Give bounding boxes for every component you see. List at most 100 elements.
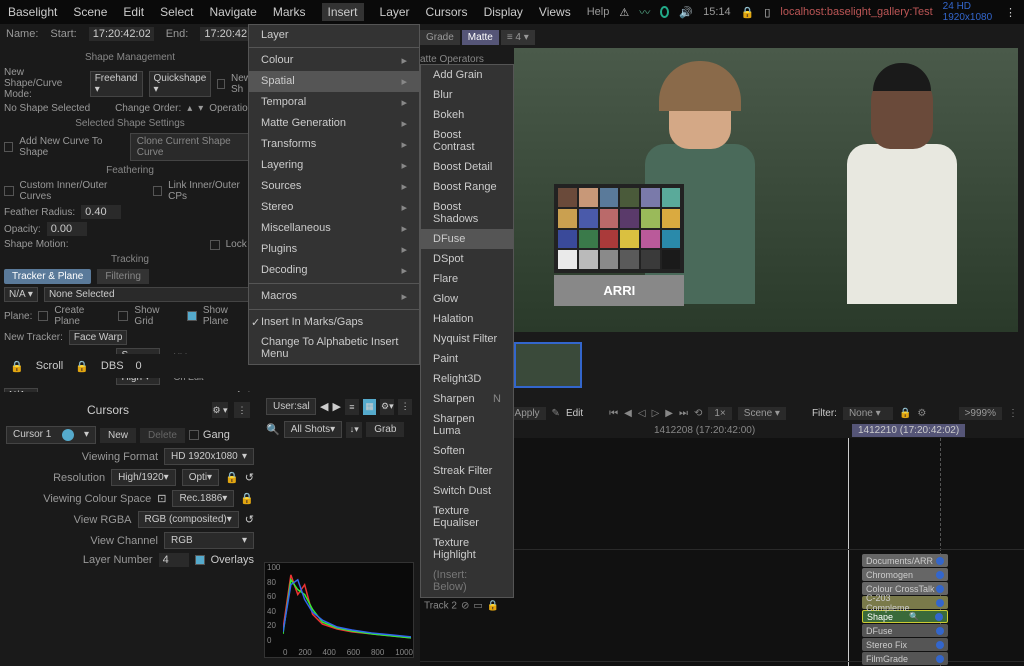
- spatial-item-halation[interactable]: Halation: [421, 309, 513, 329]
- gear-icon[interactable]: ⚙▾: [380, 399, 394, 415]
- step-back-icon[interactable]: ◁: [638, 408, 646, 419]
- spatial-item-bokeh[interactable]: Bokeh: [421, 105, 513, 125]
- vcs-lock-icon[interactable]: 🔒: [240, 492, 254, 505]
- delete-button[interactable]: Delete: [140, 428, 185, 443]
- cursor-select[interactable]: Cursor 1 ▾: [6, 426, 96, 444]
- track2-lock-icon[interactable]: 🔒: [487, 600, 499, 611]
- insert-item-matte-generation[interactable]: Matte Generation▸: [249, 113, 419, 134]
- overflow-icon[interactable]: ⋮: [398, 399, 412, 415]
- help-link[interactable]: Help: [587, 6, 610, 18]
- showplane-check[interactable]: [187, 311, 197, 321]
- goto-start-icon[interactable]: ⏮: [609, 408, 618, 419]
- spatial-item-soften[interactable]: Soften: [421, 441, 513, 461]
- res2-select[interactable]: Opti▾: [182, 469, 219, 486]
- spatial-item-texture-highlight[interactable]: Texture Highlight: [421, 533, 513, 565]
- menu-scene[interactable]: Scene: [73, 5, 107, 19]
- viewer[interactable]: ARRI: [514, 48, 1018, 332]
- volume-icon[interactable]: 🔊: [679, 6, 693, 19]
- insert-item-miscellaneous[interactable]: Miscellaneous▸: [249, 218, 419, 239]
- layernum-input[interactable]: [159, 553, 189, 567]
- spatial-item-blur[interactable]: Blur: [421, 85, 513, 105]
- sort-icon[interactable]: ↓▾: [346, 422, 362, 438]
- grid-icon[interactable]: ▦: [363, 399, 377, 415]
- spatial-item-dspot[interactable]: DSpot: [421, 249, 513, 269]
- menu-edit[interactable]: Edit: [123, 5, 144, 19]
- menu-insert[interactable]: Insert: [322, 3, 364, 21]
- custom-check[interactable]: [4, 186, 14, 196]
- spatial-item-flare[interactable]: Flare: [421, 269, 513, 289]
- res1-select[interactable]: High/1920▾: [111, 469, 176, 486]
- spatial-item-texture-equaliser[interactable]: Texture Equaliser: [421, 501, 513, 533]
- insert-item-plugins[interactable]: Plugins▸: [249, 239, 419, 260]
- clone-button[interactable]: Clone Current Shape Curve: [130, 133, 256, 161]
- overlays-check[interactable]: [195, 555, 205, 565]
- vformat-select[interactable]: HD 1920x1080 ▾: [164, 448, 254, 465]
- spatial-item-switch-dust[interactable]: Switch Dust: [421, 481, 513, 501]
- channel-select[interactable]: RGB ▾: [164, 532, 254, 549]
- freehand-select[interactable]: Freehand ▾: [90, 71, 143, 97]
- menu-select[interactable]: Select: [160, 5, 193, 19]
- stack-item-stereo-fix[interactable]: Stereo Fix: [862, 638, 948, 651]
- chorder-up[interactable]: ▴: [187, 103, 192, 114]
- rgba-select[interactable]: RGB (composited) ▾: [138, 511, 239, 528]
- spatial-item-boost-detail[interactable]: Boost Detail: [421, 157, 513, 177]
- insert-item-spatial[interactable]: Spatial▸: [249, 71, 419, 92]
- spatial-item-dfuse[interactable]: DFuse: [421, 229, 513, 249]
- tl-settings-icon[interactable]: ⚙: [917, 408, 926, 419]
- speed-select[interactable]: 1×: [708, 407, 731, 420]
- addcurve-check[interactable]: [4, 142, 13, 152]
- new-button[interactable]: New: [100, 428, 136, 443]
- spatial-item-boost-shadows[interactable]: Boost Shadows: [421, 197, 513, 229]
- vcs-select[interactable]: Rec.1886 ▾: [172, 490, 234, 507]
- tab-list-icon[interactable]: ≡ 4 ▾: [501, 30, 535, 45]
- step-fwd-icon[interactable]: ▷: [652, 408, 660, 419]
- insert-item-change-to-alphabetic-insert-menu[interactable]: Change To Alphabetic Insert Menu: [249, 332, 419, 364]
- allshots-select[interactable]: All Shots ▾: [284, 421, 343, 438]
- tab-grade[interactable]: Grade: [420, 30, 460, 45]
- link-check[interactable]: [153, 186, 163, 196]
- insert-item-stereo[interactable]: Stereo▸: [249, 197, 419, 218]
- stack-item-dfuse[interactable]: DFuse: [862, 624, 948, 637]
- server-name[interactable]: localhost:baselight_gallery:Test: [780, 6, 932, 18]
- list-icon[interactable]: ≡: [345, 399, 359, 415]
- none-select[interactable]: None Selected: [44, 287, 256, 302]
- create-plane-check[interactable]: [38, 311, 48, 321]
- insert-item-transforms[interactable]: Transforms▸: [249, 134, 419, 155]
- spatial-item-sharpen-luma[interactable]: Sharpen Luma: [421, 409, 513, 441]
- spatial-item-add-grain[interactable]: Add Grain: [421, 65, 513, 85]
- next-icon[interactable]: ▶: [665, 408, 673, 419]
- loop-icon[interactable]: ⟲: [694, 408, 702, 419]
- newshape-check[interactable]: [217, 79, 225, 89]
- feather-input[interactable]: [81, 205, 121, 219]
- dbs-lock-icon[interactable]: 🔒: [75, 360, 89, 373]
- menu-baselight[interactable]: Baselight: [8, 5, 57, 19]
- thumbnail[interactable]: [514, 342, 582, 388]
- menu-cursors[interactable]: Cursors: [426, 5, 468, 19]
- prev-icon[interactable]: ◀: [624, 408, 632, 419]
- menu-display[interactable]: Display: [484, 5, 523, 19]
- menu-views[interactable]: Views: [539, 5, 571, 19]
- spatial-item-sharpen[interactable]: SharpenN: [421, 389, 513, 409]
- menu-overflow-icon[interactable]: ⋮: [1005, 6, 1016, 19]
- insert-item-insert-in-marks/gaps[interactable]: Insert In Marks/Gaps: [249, 312, 419, 332]
- user-select[interactable]: User:sal: [266, 398, 316, 415]
- insert-item-macros[interactable]: Macros▸: [249, 286, 419, 307]
- spatial-item--insert-below-[interactable]: (Insert: Below): [421, 565, 513, 597]
- scene-select[interactable]: Scene ▾: [738, 407, 786, 420]
- insert-item-layer[interactable]: Layer: [249, 25, 419, 45]
- insert-item-layering[interactable]: Layering▸: [249, 155, 419, 176]
- facewarp-select[interactable]: Face Warp: [69, 330, 128, 345]
- user-next-icon[interactable]: ▶: [332, 400, 340, 413]
- spatial-item-glow[interactable]: Glow: [421, 289, 513, 309]
- scroll-lock-icon[interactable]: 🔒: [10, 360, 24, 373]
- tl-lock-icon[interactable]: 🔒: [899, 408, 911, 419]
- spatial-item-paint[interactable]: Paint: [421, 349, 513, 369]
- cursors-settings-icon[interactable]: ⚙ ▾: [212, 402, 228, 418]
- search-icon[interactable]: 🔍: [266, 423, 280, 436]
- track2-tag-icon[interactable]: ▭: [473, 600, 482, 611]
- insert-item-temporal[interactable]: Temporal▸: [249, 92, 419, 113]
- showgrid-check[interactable]: [118, 311, 128, 321]
- goto-end-icon[interactable]: ⏭: [679, 408, 688, 419]
- spatial-item-boost-contrast[interactable]: Boost Contrast: [421, 125, 513, 157]
- gang-check[interactable]: [189, 430, 199, 440]
